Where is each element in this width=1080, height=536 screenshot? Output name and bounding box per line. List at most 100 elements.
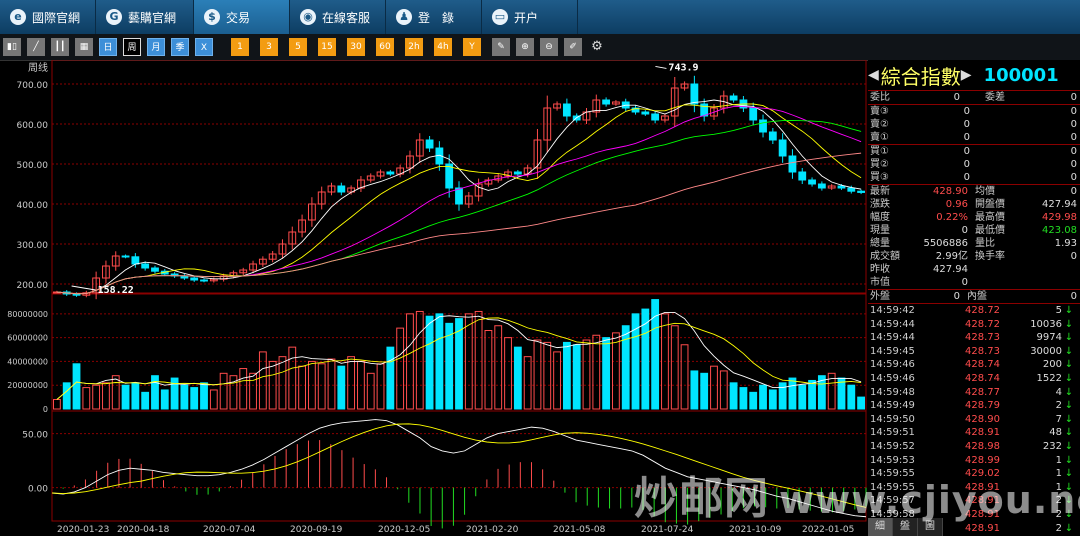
stat-label-2: 量比 (975, 238, 995, 249)
candle-body (131, 256, 140, 265)
volume-bar (602, 337, 611, 410)
globe-icon: e (10, 9, 26, 25)
volume-bar (278, 356, 287, 410)
volume-bar (562, 341, 571, 410)
tick-time: 14:59:48 (870, 386, 915, 398)
tick-price: 428.98 (965, 440, 1000, 452)
nav-tab-label: 登 錄 (418, 10, 455, 25)
volume-bar (808, 379, 816, 410)
date-tick-label: 2020-07-04 (203, 525, 256, 535)
nav-tab-0[interactable]: e 國際官網 (0, 0, 96, 34)
minute-button[interactable]: 5 (289, 38, 307, 56)
line-chart-icon[interactable]: ╱ (27, 38, 45, 56)
period-button[interactable]: 季 (171, 38, 189, 56)
quote-stats: 最新 428.90 均價 0 漲跌 0.96 開盤價 427.94 幅度 0.22% 最高價 429.… (868, 185, 1080, 289)
tick-row: 14:59:51 428.91 48 ↓ (868, 426, 1080, 440)
pen-icon[interactable]: ✐ (564, 38, 582, 56)
stat-value-2 (1019, 276, 1080, 289)
stat-value-2: 423.08 (1042, 225, 1077, 236)
volume-bar (347, 356, 356, 410)
next-arrow-icon[interactable]: ▶ (961, 67, 972, 83)
stat-label: 漲跌 (870, 199, 890, 210)
weibi-label: 委比 (870, 92, 890, 103)
dollar-icon: $ (204, 9, 220, 25)
volume-bar (847, 384, 856, 410)
candle-body (455, 187, 463, 205)
down-arrow-icon: ↓ (1064, 372, 1074, 384)
date-tick-label: 2021-07-24 (641, 525, 694, 535)
volume-bar (170, 377, 179, 410)
minute-button[interactable]: 60 (376, 38, 394, 56)
nav-tab-3[interactable]: ◉ 在線客服 (290, 0, 386, 34)
volume-bar (288, 346, 297, 410)
period-button[interactable]: 周 (123, 38, 141, 56)
settings-gear-icon[interactable]: ⚙ (588, 38, 606, 56)
period-button[interactable]: 月 (147, 38, 165, 56)
volume-bar (337, 365, 346, 410)
stat-label-2: 開盤價 (975, 199, 1005, 210)
minute-buttons: 1 3 5 15 30 60 2h 4h Y (228, 38, 489, 56)
nav-tab-4[interactable]: ♟ 登 錄 (386, 0, 482, 34)
macd-tick-label: 0.00 (28, 485, 48, 495)
prev-arrow-icon[interactable]: ◀ (868, 67, 879, 83)
volume-bar (249, 372, 257, 410)
volume-bar (111, 375, 120, 410)
volume-bar (523, 356, 532, 410)
order-label: 賣① (870, 132, 889, 143)
order-volume: 0 (1070, 159, 1077, 170)
price-tick-label: 300.00 (17, 241, 49, 251)
date-tick-label: 2020-09-19 (290, 525, 343, 535)
minute-button[interactable]: 2h (405, 38, 423, 56)
candle-body (749, 107, 758, 121)
down-arrow-icon: ↓ (1064, 359, 1074, 371)
drawing-icon[interactable]: ✎ (492, 38, 510, 56)
zoom-in-icon[interactable]: ⊕ (516, 38, 534, 56)
candle-body (759, 119, 767, 133)
candle-body (141, 263, 150, 269)
minute-button[interactable]: 3 (260, 38, 278, 56)
nav-tab-2[interactable]: $ 交易 (194, 0, 290, 34)
volume-bar (62, 382, 71, 410)
tick-time: 14:59:46 (870, 372, 915, 384)
volume-bar (200, 382, 208, 410)
period-button[interactable]: 日 (99, 38, 117, 56)
nav-tab-1[interactable]: G 藝購官網 (96, 0, 194, 34)
sell-orders: 賣③ 0 0 賣② 0 0 賣① 0 0 (868, 105, 1080, 145)
minute-button[interactable]: 4h (434, 38, 452, 56)
tick-row: 14:59:45 428.73 30000 ↓ (868, 345, 1080, 359)
minute-button[interactable]: 30 (347, 38, 365, 56)
watermark-url: www.cjiyou.net (779, 478, 1080, 522)
stat-value: 0 (961, 277, 968, 288)
outer-value: 0 (953, 291, 960, 302)
volume-bar (533, 339, 542, 410)
order-row: 賣③ 0 0 (868, 105, 1080, 118)
tick-time: 14:59:46 (870, 359, 915, 371)
minute-button[interactable]: Y (463, 38, 481, 56)
watermark: 炒邮网www.cjiyou.net (634, 462, 1080, 526)
minute-button[interactable]: 15 (318, 38, 336, 56)
period-button[interactable]: X (195, 38, 213, 56)
order-label: 買② (870, 159, 889, 170)
volume-bar (700, 372, 709, 410)
tick-row: 14:59:46 428.74 1522 ↓ (868, 372, 1080, 386)
stat-label-2 (975, 263, 1019, 276)
volume-bar (749, 391, 758, 410)
tick-time: 14:59:44 (870, 332, 915, 344)
volume-bar (719, 370, 728, 410)
calendar-icon[interactable]: ▦ (75, 38, 93, 56)
volume-bar (219, 372, 228, 410)
minute-button[interactable]: 1 (231, 38, 249, 56)
bar-chart-icon[interactable]: ┃┃ (51, 38, 69, 56)
tick-volume: 48 (1049, 427, 1062, 439)
nav-tab-5[interactable]: ▭ 开户 (482, 0, 578, 34)
order-price: 0 (963, 106, 970, 117)
date-tick-label: 2021-10-09 (729, 525, 782, 535)
zoom-out-icon[interactable]: ⊖ (540, 38, 558, 56)
volume-bar (53, 398, 61, 410)
order-volume: 0 (1070, 172, 1077, 183)
candle-body (425, 139, 434, 149)
card-icon: ▭ (492, 9, 508, 25)
tick-time: 14:59:44 (870, 318, 915, 330)
candle-chart-icon[interactable]: ▮▯ (3, 38, 21, 56)
stat-label-2: 最高價 (975, 212, 1005, 223)
